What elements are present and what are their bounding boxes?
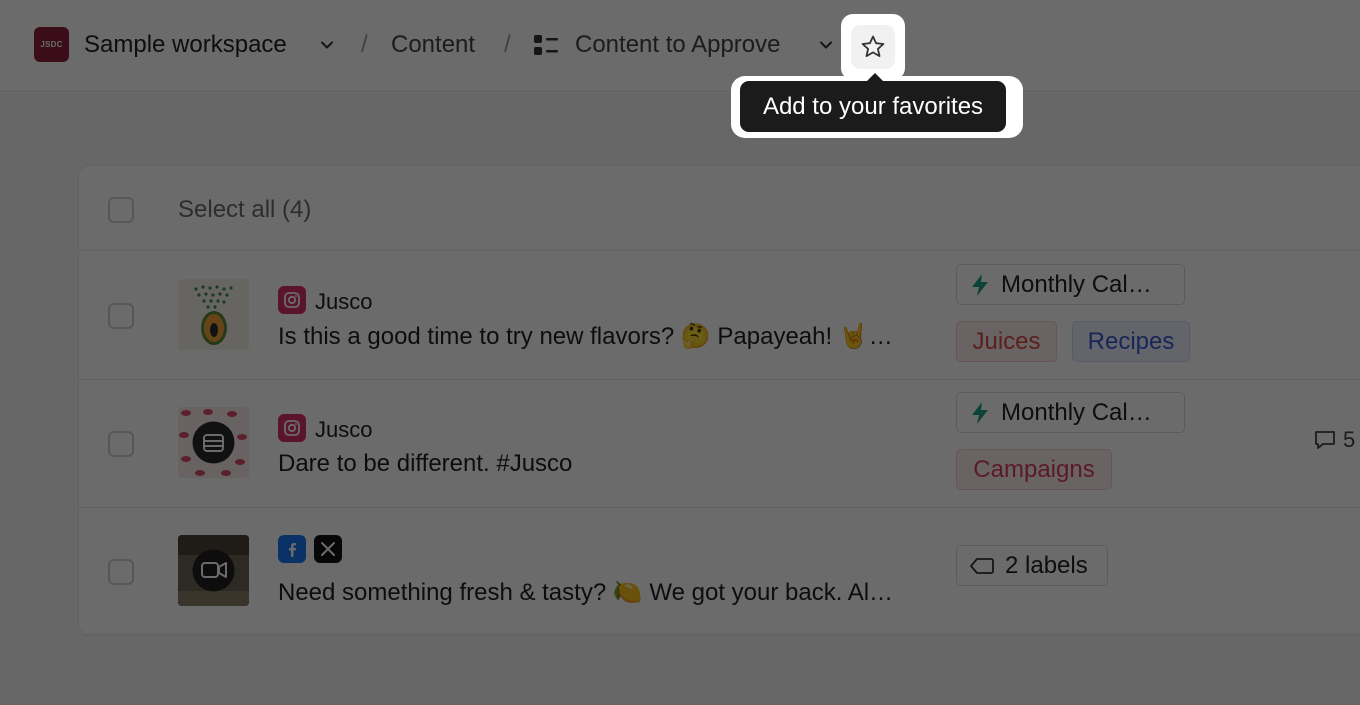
facebook-icon (278, 535, 306, 563)
breadcrumb-current-view[interactable]: Content to Approve (575, 29, 780, 61)
instagram-icon (278, 414, 306, 442)
comment-icon (1315, 431, 1335, 449)
post-author: Jusco (315, 289, 373, 314)
breadcrumb-content[interactable]: Content (391, 29, 475, 61)
favorite-highlight (841, 14, 905, 80)
post-row[interactable]: Jusco Is this a good time to try new fla… (79, 252, 1360, 380)
papaya-image (178, 279, 249, 350)
workspace-name[interactable]: Sample workspace (84, 29, 287, 61)
select-all-checkbox[interactable] (108, 197, 134, 223)
list-view-icon (534, 35, 558, 55)
select-all-label[interactable]: Select all (4) (178, 196, 311, 224)
tag-recipes[interactable]: Recipes (1072, 321, 1190, 362)
row-checkbox[interactable] (108, 559, 134, 585)
favorite-tooltip: Add to your favorites (740, 81, 1006, 132)
row-checkbox[interactable] (108, 431, 134, 457)
row-checkbox[interactable] (108, 303, 134, 329)
post-row[interactable]: Need something fresh & tasty? 🍋 We got y… (79, 508, 1360, 636)
view-chevron-down-icon[interactable] (817, 36, 835, 54)
tag-campaigns[interactable]: Campaigns (956, 449, 1112, 490)
star-icon (861, 35, 885, 57)
bolt-icon (972, 273, 988, 296)
post-author: Jusco (315, 417, 373, 442)
list-header: Select all (4) (79, 166, 1360, 251)
campaign-name: Monthly Cal… (1001, 270, 1152, 298)
workspace-logo[interactable]: JSDC (34, 27, 69, 62)
labels-chip[interactable]: 2 labels (956, 545, 1108, 586)
post-caption[interactable]: Need something fresh & tasty? 🍋 We got y… (278, 578, 893, 607)
label-icon (970, 557, 994, 574)
top-bar: JSDC Sample workspace / Content / Conten… (0, 0, 1360, 92)
tooltip-arrow (867, 73, 883, 81)
comments-number: 5 (1343, 427, 1356, 452)
tag-juices[interactable]: Juices (956, 321, 1057, 362)
post-thumbnail[interactable] (178, 279, 249, 350)
post-caption[interactable]: Dare to be different. #Jusco (278, 450, 572, 478)
pattern-image (178, 407, 249, 478)
campaign-chip[interactable]: Monthly Cal… (956, 392, 1185, 433)
labels-count: 2 labels (1005, 551, 1088, 579)
x-icon (314, 535, 342, 563)
post-thumbnail[interactable] (178, 407, 249, 478)
comments-count[interactable]: 5 (1313, 427, 1355, 453)
post-caption[interactable]: Is this a good time to try new flavors? … (278, 322, 893, 351)
campaign-name: Monthly Cal… (1001, 398, 1152, 426)
breadcrumb-separator: / (361, 31, 368, 58)
post-row[interactable]: Jusco Dare to be different. #Jusco Month… (79, 380, 1360, 508)
campaign-chip[interactable]: Monthly Cal… (956, 264, 1185, 305)
workspace-chevron-down-icon[interactable] (318, 36, 336, 54)
approval-list: Select all (4) Jusco Is this a good time… (78, 165, 1360, 636)
favorite-button[interactable] (851, 25, 895, 69)
breadcrumb-separator: / (504, 31, 511, 58)
instagram-icon (278, 286, 306, 314)
video-image (178, 535, 249, 606)
bolt-icon (972, 401, 988, 424)
post-thumbnail[interactable] (178, 535, 249, 606)
content-area: Select all (4) Jusco Is this a good time… (0, 93, 1360, 705)
